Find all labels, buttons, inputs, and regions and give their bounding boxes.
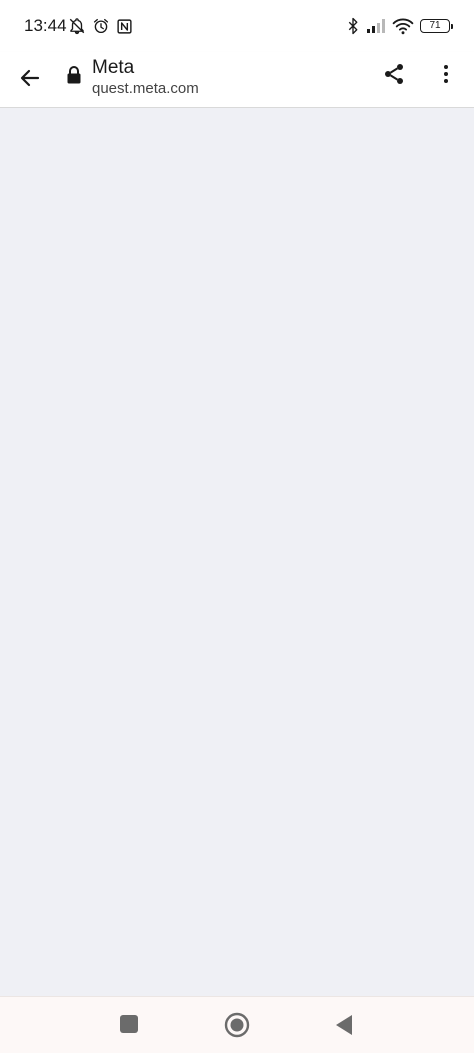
status-time: 13:44 [24,16,67,35]
title-block[interactable]: Meta quest.meta.com [92,56,199,98]
bell-off-icon [69,18,85,35]
page-title: Meta [92,57,135,78]
back-button[interactable] [10,58,50,98]
bluetooth-icon [348,17,358,35]
alarm-icon [93,18,109,34]
share-button[interactable] [374,54,414,94]
cell-signal-icon [367,19,385,33]
recents-square-icon[interactable] [119,1014,139,1034]
battery-icon: 71 [420,19,453,33]
share-icon [385,64,403,84]
lock-icon[interactable] [66,65,82,85]
wifi-icon [392,18,414,35]
web-content-area[interactable] [0,108,474,996]
more-options-button[interactable] [426,54,466,94]
browser-toolbar: Meta quest.meta.com [0,52,474,108]
back-triangle-icon[interactable] [334,1013,354,1037]
battery-level: 71 [429,20,441,31]
page-url: quest.meta.com [92,80,199,97]
nfc-icon [117,18,132,34]
status-icons-right: 71 [346,16,453,36]
status-icons-left [68,16,133,36]
home-circle-icon[interactable] [224,1012,250,1038]
more-vert-icon [444,65,448,83]
back-arrow-icon [20,69,40,87]
status-bar: 13:44 71 [0,0,474,52]
system-nav-bar [0,996,474,1053]
